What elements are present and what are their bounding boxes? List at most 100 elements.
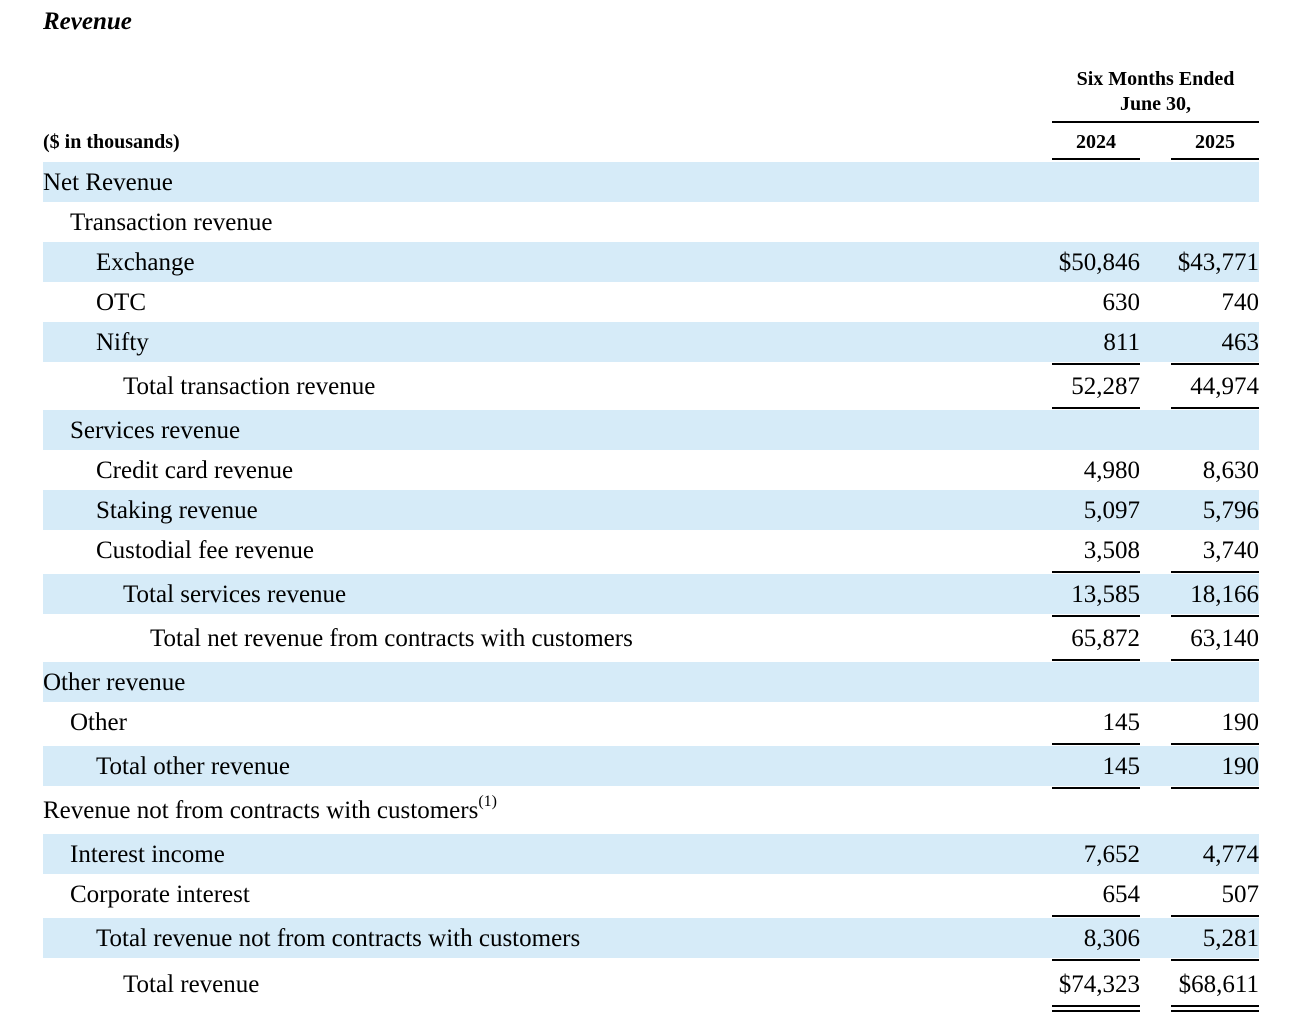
value-2025: 507	[1221, 881, 1260, 908]
row-label-text: Exchange	[96, 249, 195, 276]
underline-rule	[1171, 363, 1259, 365]
underline-rule	[1052, 615, 1140, 617]
value-2025: 190	[1221, 709, 1260, 736]
row-label-text: Total revenue	[123, 971, 260, 998]
net-revenue-heading: Net Revenue	[43, 162, 1259, 202]
services-revenue-heading: Services revenue	[43, 410, 1259, 450]
value-2024: $74,323	[1058, 971, 1140, 998]
value-2025: $43,771	[1177, 249, 1259, 276]
otc-row: OTC 630 740	[43, 282, 1259, 322]
total-other-revenue-row: Total other revenue 145 190	[43, 746, 1259, 786]
footnote-marker: (1)	[478, 793, 497, 810]
total-net-revenue-contracts-row: Total net revenue from contracts with cu…	[43, 618, 1259, 658]
underline-rule	[1171, 615, 1259, 617]
value-2024: 4,980	[1083, 457, 1140, 484]
interest-income-row: Interest income 7,652 4,774	[43, 834, 1259, 874]
value-2025: 3,740	[1202, 537, 1259, 564]
underline-rule	[1052, 407, 1140, 409]
row-label: Custodial fee revenue	[96, 537, 314, 565]
row-label: Credit card revenue	[96, 457, 293, 485]
staking-revenue-row: Staking revenue 5,097 5,796	[43, 490, 1259, 530]
underline-rule	[1052, 1005, 1140, 1007]
row-label-text: Other	[70, 709, 127, 736]
underline-rule	[1171, 787, 1259, 789]
value-2024: 630	[1102, 289, 1141, 316]
row-label: Revenue not from contracts with customer…	[43, 793, 497, 825]
value-2024: 52,287	[1071, 373, 1140, 400]
value-2025: 5,796	[1202, 497, 1259, 524]
credit-card-revenue-row: Credit card revenue 4,980 8,630	[43, 450, 1259, 490]
row-label: Exchange	[96, 249, 195, 277]
revenue-not-from-contracts-heading: Revenue not from contracts with customer…	[43, 790, 1259, 830]
double-underline-rule	[1171, 1010, 1259, 1012]
total-revenue-row: Total revenue $74,323 $68,611	[43, 964, 1259, 1004]
row-label-text: Total services revenue	[123, 581, 347, 608]
row-label-text: OTC	[96, 289, 146, 316]
value-2024: 811	[1103, 329, 1140, 356]
value-2025: 4,774	[1202, 841, 1259, 868]
value-2024: 65,872	[1071, 625, 1140, 652]
row-label-text: Corporate interest	[70, 881, 250, 908]
row-label: OTC	[96, 289, 146, 317]
row-label-text: Nifty	[96, 329, 149, 356]
row-label-text: Total other revenue	[96, 753, 290, 780]
underline-rule	[1052, 787, 1140, 789]
row-label: Nifty	[96, 329, 149, 357]
value-2024: 654	[1102, 881, 1141, 908]
value-2025: 18,166	[1190, 581, 1259, 608]
transaction-revenue-heading: Transaction revenue	[43, 202, 1259, 242]
row-label-text: Transaction revenue	[70, 209, 273, 236]
value-2024: 8,306	[1083, 925, 1140, 952]
row-label-text: Total revenue not from contracts with cu…	[96, 925, 581, 952]
value-2024: 7,652	[1083, 841, 1140, 868]
value-2024: 145	[1102, 709, 1141, 736]
value-2025: 463	[1221, 329, 1260, 356]
row-label-text: Credit card revenue	[96, 457, 294, 484]
total-transaction-revenue-row: Total transaction revenue 52,287 44,974	[43, 366, 1259, 406]
row-label: Transaction revenue	[70, 209, 273, 237]
other-row: Other 145 190	[43, 702, 1259, 742]
row-label: Total net revenue from contracts with cu…	[150, 625, 633, 653]
underline-rule	[1052, 743, 1140, 745]
underline-rule	[1171, 659, 1259, 661]
underline-rule	[1171, 1005, 1259, 1007]
value-2025: 8,630	[1202, 457, 1259, 484]
value-2024: 3,508	[1083, 537, 1140, 564]
other-revenue-heading: Other revenue	[43, 662, 1259, 702]
row-label-text: Revenue not from contracts with customer…	[43, 797, 479, 824]
value-2025: 190	[1221, 753, 1260, 780]
value-2024: 145	[1102, 753, 1141, 780]
underline-rule	[1171, 915, 1259, 917]
row-label-text: Total net revenue from contracts with cu…	[150, 625, 633, 652]
underline-rule	[1171, 407, 1259, 409]
row-label: Staking revenue	[96, 497, 258, 525]
row-label-text: Other revenue	[43, 669, 186, 696]
total-services-revenue-row: Total services revenue 13,585 18,166	[43, 574, 1259, 614]
underline-rule	[1052, 959, 1140, 961]
row-label: Corporate interest	[70, 881, 250, 909]
value-2025: 44,974	[1190, 373, 1259, 400]
row-label: Net Revenue	[43, 169, 173, 197]
underline-rule	[1171, 743, 1259, 745]
row-label-text: Interest income	[70, 841, 225, 868]
row-label: Total other revenue	[96, 753, 290, 781]
value-2024: 5,097	[1083, 497, 1140, 524]
exchange-row: Exchange $50,846 $43,771	[43, 242, 1259, 282]
row-label: Total transaction revenue	[123, 373, 375, 401]
underline-rule	[1052, 363, 1140, 365]
underline-rule	[1052, 915, 1140, 917]
underline-rule	[1171, 959, 1259, 961]
underline-rule	[1052, 659, 1140, 661]
row-label: Services revenue	[70, 417, 240, 445]
nifty-row: Nifty 811 463	[43, 322, 1259, 362]
row-label: Other revenue	[43, 669, 185, 697]
row-label-text: Total transaction revenue	[123, 373, 376, 400]
underline-rule	[1171, 571, 1259, 573]
custodial-fee-revenue-row: Custodial fee revenue 3,508 3,740	[43, 530, 1259, 570]
value-2025: 63,140	[1190, 625, 1259, 652]
value-2025: 740	[1221, 289, 1260, 316]
row-label: Total revenue	[123, 971, 259, 999]
row-label: Interest income	[70, 841, 225, 869]
row-label-text: Custodial fee revenue	[96, 537, 314, 564]
revenue-table: Net Revenue Transaction revenue Exchange $5…	[0, 0, 1304, 1022]
